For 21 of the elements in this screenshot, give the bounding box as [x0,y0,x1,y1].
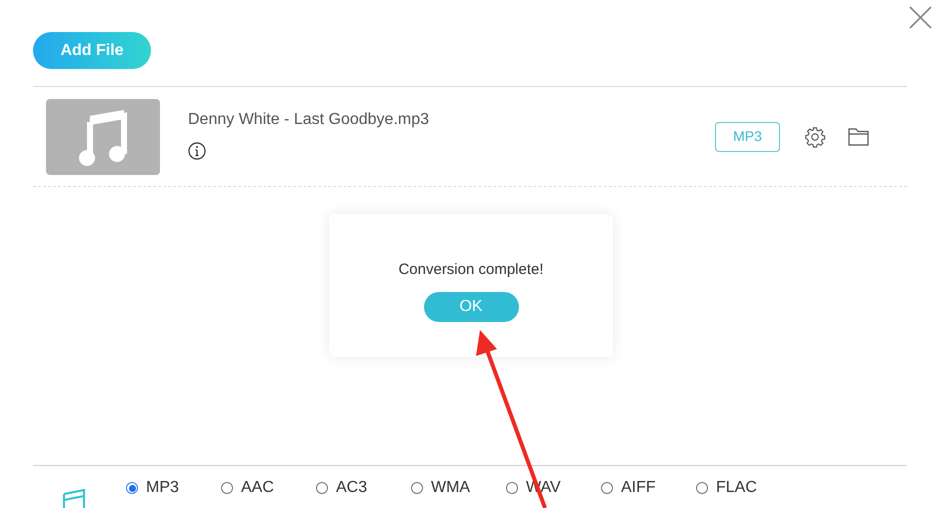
format-radio[interactable]: AIFF [601,478,696,498]
radio-icon[interactable] [316,482,328,494]
radio-icon[interactable] [506,482,518,494]
radio-icon[interactable] [601,482,613,494]
radio-icon[interactable] [411,482,423,494]
radio-icon[interactable] [126,482,138,494]
format-radio[interactable]: WMA [411,478,506,498]
file-name: Denny White - Last Goodbye.mp3 [188,110,430,130]
info-icon[interactable] [188,142,206,160]
format-radio[interactable]: MP3 [126,478,221,498]
close-icon[interactable] [909,6,932,29]
format-radio[interactable]: AC3 [316,478,411,498]
music-file-icon [62,488,86,508]
radio-icon[interactable] [696,482,708,494]
folder-icon[interactable] [848,128,869,146]
format-radio[interactable]: AAC [221,478,316,498]
format-radio[interactable]: FLAC [696,478,791,498]
radio-icon[interactable] [221,482,233,494]
settings-icon[interactable] [804,126,826,148]
music-note-icon [78,108,128,166]
dialog-message: Conversion complete! [398,260,544,280]
